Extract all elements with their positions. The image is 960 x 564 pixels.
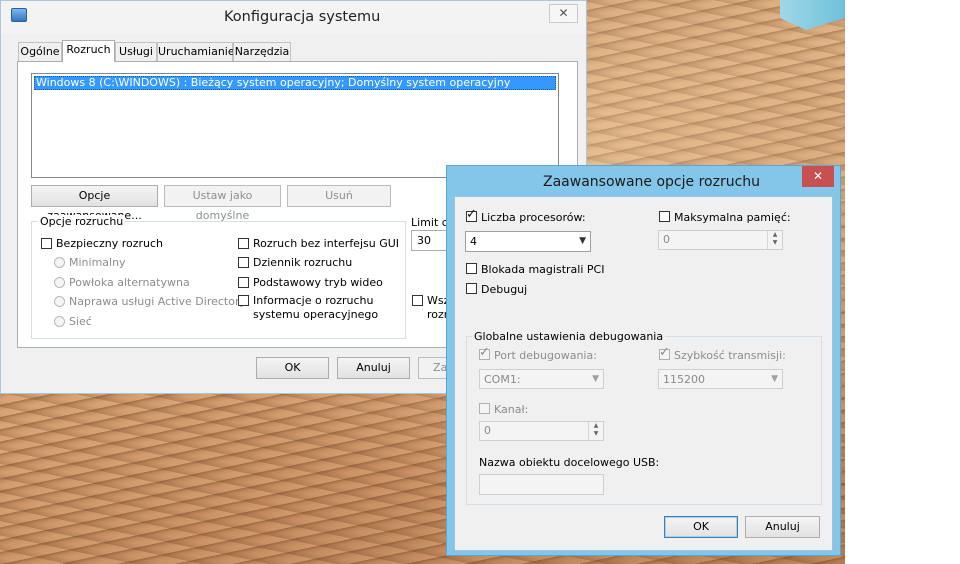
make-permanent-checkbox[interactable] bbox=[412, 295, 423, 306]
advanced-ok-button[interactable]: OK bbox=[664, 516, 738, 538]
checkmark-icon: ✓ bbox=[479, 345, 490, 360]
global-debug-group-title: Globalne ustawienia debugowania bbox=[472, 330, 666, 343]
chevron-down-icon: ▼ bbox=[771, 374, 778, 384]
debug-checkbox[interactable] bbox=[466, 283, 477, 294]
msconfig-ok-button[interactable]: OK bbox=[256, 357, 329, 379]
minimal-label: Minimalny bbox=[69, 256, 126, 269]
usb-target-label: Nazwa obiektu docelowego USB: bbox=[479, 456, 660, 469]
network-radio[interactable] bbox=[54, 316, 65, 327]
usb-target-input[interactable] bbox=[479, 474, 604, 495]
channel-spinner[interactable]: 0 ▲ ▼ bbox=[479, 421, 604, 441]
chevron-down-icon: ▼ bbox=[579, 236, 586, 246]
msconfig-close-button[interactable]: ✕ bbox=[549, 4, 578, 23]
os-boot-info-label-line2: systemu operacyjnego bbox=[253, 308, 379, 321]
msconfig-title: Konfiguracja systemu bbox=[224, 9, 381, 25]
tab-startup[interactable]: Uruchamianie bbox=[157, 42, 235, 61]
msconfig-cancel-button[interactable]: Anuluj bbox=[337, 357, 410, 379]
baud-rate-checkbox[interactable]: ✓ bbox=[659, 345, 670, 360]
os-list[interactable]: Windows 8 (C:\WINDOWS) : Bieżący system … bbox=[31, 73, 559, 178]
baud-rate-select[interactable]: 115200 ▼ bbox=[658, 369, 783, 389]
advanced-cancel-button[interactable]: Anuluj bbox=[745, 516, 820, 538]
pci-lock-label: Blokada magistrali PCI bbox=[481, 263, 605, 276]
minimal-radio[interactable] bbox=[54, 257, 65, 268]
pci-lock-checkbox[interactable] bbox=[466, 263, 477, 274]
timeout-input[interactable]: 30 bbox=[411, 230, 451, 251]
spinner-arrows-icon: ▲ ▼ bbox=[767, 231, 782, 249]
ad-repair-radio[interactable] bbox=[54, 296, 65, 307]
debug-port-select[interactable]: COM1: ▼ bbox=[479, 369, 604, 389]
num-processors-select[interactable]: 4 ▼ bbox=[465, 231, 591, 252]
tab-boot[interactable]: Rozruch bbox=[62, 40, 115, 62]
alternate-shell-label: Powłoka alternatywna bbox=[69, 276, 190, 289]
delete-button[interactable]: Usuń bbox=[287, 185, 391, 207]
channel-checkbox[interactable] bbox=[479, 403, 490, 414]
max-memory-label: Maksymalna pamięć: bbox=[674, 211, 791, 224]
close-icon: ✕ bbox=[812, 169, 824, 183]
base-video-checkbox[interactable] bbox=[238, 277, 249, 288]
boot-log-label: Dziennik rozruchu bbox=[253, 256, 353, 269]
num-processors-label: Liczba procesorów: bbox=[481, 211, 586, 224]
debug-label: Debuguj bbox=[481, 283, 528, 296]
tab-services[interactable]: Usługi bbox=[115, 42, 157, 61]
tab-tools[interactable]: Narzędzia bbox=[233, 42, 291, 61]
alternate-shell-radio[interactable] bbox=[54, 277, 65, 288]
no-gui-label: Rozruch bez interfejsu GUI bbox=[253, 237, 400, 250]
os-list-item[interactable]: Windows 8 (C:\WINDOWS) : Bieżący system … bbox=[34, 76, 556, 90]
advanced-close-button[interactable]: ✕ bbox=[802, 166, 834, 187]
base-video-label: Podstawowy tryb wideo bbox=[253, 276, 383, 289]
debug-port-label: Port debugowania: bbox=[494, 349, 597, 362]
checkmark-icon: ✓ bbox=[659, 345, 670, 360]
max-memory-spinner[interactable]: 0 ▲ ▼ bbox=[658, 230, 783, 250]
safe-boot-label: Bezpieczny rozruch bbox=[56, 237, 163, 250]
spinner-arrows-icon: ▲ ▼ bbox=[588, 422, 603, 440]
num-processors-checkbox[interactable]: ✓ bbox=[466, 207, 477, 222]
advanced-options-button[interactable]: Opcje zaawansowane... bbox=[31, 185, 158, 222]
baud-rate-label: Szybkość transmisji: bbox=[674, 349, 786, 362]
no-gui-checkbox[interactable] bbox=[238, 238, 249, 249]
set-default-button[interactable]: Ustaw jako domyślne bbox=[164, 185, 281, 222]
boot-log-checkbox[interactable] bbox=[238, 257, 249, 268]
safe-boot-checkbox[interactable] bbox=[41, 238, 52, 249]
close-icon: ✕ bbox=[558, 6, 569, 20]
checkmark-icon: ✓ bbox=[466, 207, 477, 222]
chevron-down-icon: ▼ bbox=[592, 374, 599, 384]
ad-repair-label: Naprawa usługi Active Directory bbox=[69, 295, 247, 308]
debug-port-checkbox[interactable]: ✓ bbox=[479, 345, 490, 360]
tab-general[interactable]: Ogólne bbox=[18, 42, 62, 61]
os-boot-info-checkbox[interactable] bbox=[238, 295, 249, 306]
max-memory-checkbox[interactable] bbox=[659, 211, 670, 222]
advanced-dialog-title: Zaawansowane opcje rozruchu bbox=[543, 174, 761, 190]
channel-label: Kanał: bbox=[494, 403, 529, 416]
os-boot-info-label-line1: Informacje o rozruchu bbox=[253, 294, 374, 307]
boot-options-group-title: Opcje rozruchu bbox=[38, 215, 126, 228]
network-label: Sieć bbox=[69, 315, 92, 328]
msconfig-app-icon bbox=[11, 8, 27, 22]
